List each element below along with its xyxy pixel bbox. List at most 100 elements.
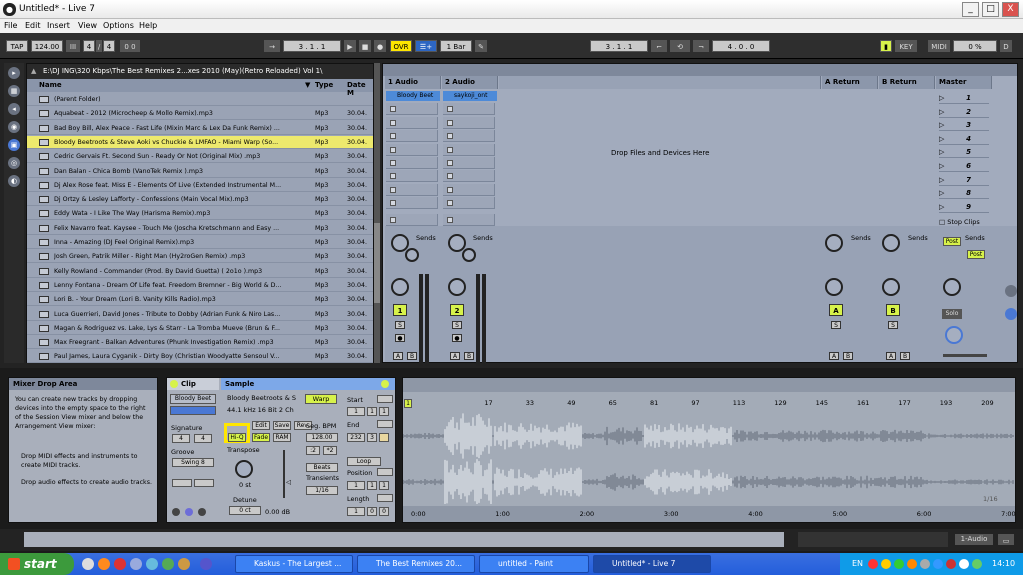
file-row[interactable]: Aquabeat - 2012 (Microcheep & Mollo Remi… (27, 107, 373, 121)
crossfade-a-2[interactable]: A (450, 352, 460, 360)
scene-launch-3[interactable]: ▷ 3 (939, 119, 989, 132)
scene-launch-2[interactable]: ▷ 2 (939, 106, 989, 118)
clip-slot[interactable] (386, 157, 438, 169)
pan-knob-return-a[interactable] (825, 278, 843, 296)
task-paint[interactable]: untitled - Paint (479, 555, 589, 573)
return-a-activator[interactable]: A (829, 304, 843, 316)
info-icon[interactable]: ◐ (8, 175, 20, 187)
crossfader[interactable] (943, 354, 987, 357)
file-row[interactable]: Cedric Gervais Ft. Second Sun - Ready Or… (27, 150, 373, 164)
tray-app-icon[interactable] (868, 559, 878, 569)
file-row[interactable]: Max Freegrant - Balkan Adventures (Phunk… (27, 336, 373, 350)
io-toggle-icon[interactable] (1005, 308, 1017, 320)
track-header-a-return[interactable]: A Return (822, 76, 878, 89)
clip-slot[interactable] (386, 143, 438, 156)
file-browser-1-icon[interactable]: ◉ (8, 121, 20, 133)
half-tempo-button[interactable]: :2 (306, 446, 320, 455)
end-bar[interactable]: 232 (347, 433, 365, 442)
track-2-activator[interactable]: 2 (450, 304, 464, 316)
clip-color-select[interactable] (170, 406, 216, 415)
midi-map-button[interactable]: MIDI (928, 40, 950, 52)
scene-launch-1[interactable]: ▷ 1 (939, 92, 989, 104)
plugin-browser-icon[interactable]: ◂ (8, 103, 20, 115)
clip-footer-icon-1[interactable] (172, 508, 180, 516)
name-column-header[interactable]: Name (39, 81, 62, 89)
quicklaunch-firefox-icon[interactable] (98, 558, 110, 570)
post-button-2[interactable]: Post (967, 250, 985, 259)
groove-select[interactable]: Swing 8 (172, 458, 214, 467)
type-column-header[interactable]: Type (315, 81, 333, 89)
scene-launch-8[interactable]: ▷ 8 (939, 187, 989, 200)
scene-launch-7[interactable]: ▷ 7 (939, 174, 989, 186)
sample-box-title[interactable]: Sample (221, 378, 395, 390)
file-row[interactable]: Magan & Rodriguez vs. Lake, Lys & Starr … (27, 322, 373, 335)
bar-ruler[interactable] (403, 378, 1015, 392)
menu-view[interactable]: View (78, 21, 97, 30)
tray-app-icon[interactable] (933, 559, 943, 569)
file-row[interactable]: Luca Guerrieri, David Jones - Tribute to… (27, 308, 373, 321)
close-button[interactable]: X (1002, 2, 1019, 17)
file-row[interactable]: Inna - Amazing (DJ Feel Original Remix).… (27, 236, 373, 249)
clip-slot[interactable] (443, 130, 495, 143)
track-header-master[interactable]: Master (936, 76, 992, 89)
position-beat[interactable]: 1 (367, 481, 377, 490)
start-marker[interactable]: 1 (404, 399, 412, 408)
punch-in-icon[interactable]: ⌐ (651, 40, 667, 52)
pan-knob-track-2[interactable] (448, 278, 466, 296)
warp-button[interactable]: Warp (305, 394, 337, 404)
length-bar[interactable]: 1 (347, 507, 365, 516)
volume-slider-icon[interactable]: ◁ (286, 478, 291, 486)
clip-footer-icon-2[interactable] (185, 508, 193, 516)
end-set-button[interactable] (377, 420, 393, 428)
file-row[interactable]: Dj Alex Rose feat. Miss E - Elements Of … (27, 179, 373, 192)
send-a-knob-return-a[interactable] (825, 234, 843, 252)
scene-launch-6[interactable]: ▷ 6 (939, 160, 989, 172)
loop-button[interactable]: Loop (347, 457, 381, 466)
up-folder-icon[interactable]: ▲ (31, 67, 36, 75)
automation-icon[interactable]: ☰+ (415, 40, 437, 52)
quicklaunch-search-icon[interactable] (146, 558, 158, 570)
hide-browser-icon[interactable]: ▸ (8, 67, 20, 79)
tempo-field[interactable]: 124.00 (31, 40, 63, 52)
file-row[interactable]: Felix Navarro feat. Kaysee - Touch Me (J… (27, 222, 373, 235)
detail-toggle-icon[interactable]: ▭ (998, 534, 1014, 545)
pan-knob-master[interactable] (943, 278, 961, 296)
clip-saykoji[interactable]: saykoji_ont (443, 91, 497, 101)
quicklaunch-media-icon[interactable] (130, 558, 142, 570)
follow-icon[interactable]: → (264, 40, 280, 52)
arm-track-1-icon[interactable]: ● (395, 334, 405, 342)
menu-edit[interactable]: Edit (25, 21, 41, 30)
quicklaunch-opera-icon[interactable] (114, 558, 126, 570)
signature-numerator[interactable]: 4 (83, 40, 95, 52)
position-bar[interactable]: 1 (347, 481, 365, 490)
clip-slot[interactable] (386, 130, 438, 143)
browser-scrollbar[interactable] (374, 63, 380, 363)
scene-launch-4[interactable]: ▷ 4 (939, 133, 989, 145)
key-map-button[interactable]: KEY (895, 40, 917, 52)
mixer-toggle-icon[interactable] (1005, 285, 1017, 297)
tray-app-icon[interactable] (907, 559, 917, 569)
send-b-knob-track-2[interactable] (462, 248, 476, 262)
menu-options[interactable]: Options (103, 21, 134, 30)
scene-launch-5[interactable]: ▷ 5 (939, 146, 989, 159)
detune-field[interactable]: 0 ct (229, 506, 261, 515)
transpose-knob[interactable] (235, 460, 253, 478)
play-icon[interactable]: ▶ (344, 40, 356, 52)
clip-slot[interactable] (386, 170, 438, 183)
crossfade-a-1[interactable]: A (393, 352, 403, 360)
warp-mode-select[interactable]: Beats (306, 463, 338, 472)
seg-bpm-field[interactable]: 128.00 (306, 433, 338, 442)
tray-app-icon[interactable] (946, 559, 956, 569)
arm-track-2-icon[interactable]: ● (452, 334, 462, 342)
file-row[interactable]: Dj Ortzy & Lesley Lafforty - Confessions… (27, 193, 373, 207)
stop-clips-checkbox[interactable]: □ Stop Clips (939, 218, 980, 226)
ram-button[interactable]: RAM (273, 433, 291, 442)
clip-slot[interactable] (443, 143, 495, 156)
tray-app-icon[interactable] (894, 559, 904, 569)
quantization-select[interactable]: 1 Bar (440, 40, 472, 52)
minimize-button[interactable]: _ (962, 2, 979, 17)
loop-switch-icon[interactable]: ⟲ (670, 40, 690, 52)
file-row[interactable]: Bloody Beetroots & Steve Aoki vs Chuckie… (27, 135, 373, 149)
file-browser-3-icon[interactable]: ◎ (8, 157, 20, 169)
clip-slot[interactable] (443, 157, 495, 169)
